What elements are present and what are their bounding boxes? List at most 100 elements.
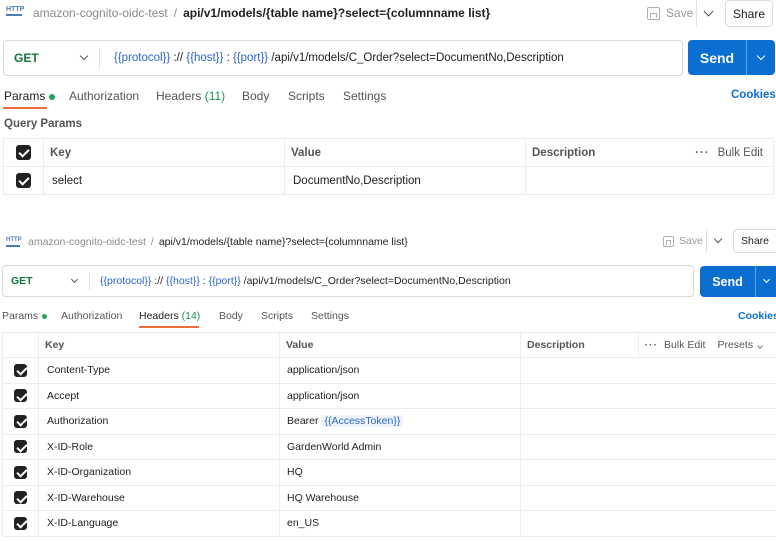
header-description[interactable]	[520, 433, 776, 460]
table-row: X-ID-Language en_US	[2, 510, 776, 537]
url-port-variable[interactable]: {{port}}	[233, 52, 268, 64]
column-header-description: Description	[525, 138, 687, 167]
share-button[interactable]: Share	[725, 0, 773, 27]
chevron-down-icon	[762, 275, 770, 284]
checkbox-checked-icon[interactable]	[14, 491, 27, 505]
checkbox-checked-icon[interactable]	[14, 414, 27, 428]
url-input[interactable]: {{protocol}} :// {{host}} : {{port}} /ap…	[100, 52, 564, 64]
header-description[interactable]	[520, 484, 776, 511]
header-description[interactable]	[520, 382, 776, 409]
row-checkbox-cell[interactable]	[2, 382, 39, 409]
tab-params[interactable]: Params	[4, 89, 56, 103]
save-options-button[interactable]	[696, 0, 720, 27]
header-value[interactable]: en_US	[279, 510, 521, 537]
share-button[interactable]: Share	[733, 229, 776, 253]
tab-authorization[interactable]: Authorization	[61, 310, 122, 322]
send-button[interactable]: Send	[700, 266, 776, 297]
header-key[interactable]: X-ID-Warehouse	[38, 484, 280, 511]
select-all-cell[interactable]	[3, 138, 44, 167]
header-value[interactable]: HQ Warehouse	[279, 484, 521, 511]
method-select[interactable]: GET	[4, 51, 99, 65]
cookies-link[interactable]: Cookies	[731, 89, 776, 101]
checkbox-checked-icon[interactable]	[14, 465, 27, 479]
row-checkbox-cell[interactable]	[3, 166, 44, 195]
checkbox-checked-icon[interactable]	[16, 145, 31, 160]
save-button[interactable]: Save	[663, 234, 703, 248]
tab-headers[interactable]: Headers (14)	[139, 310, 200, 322]
header-value[interactable]: HQ	[279, 459, 521, 486]
header-key[interactable]: Accept	[38, 382, 280, 409]
header-key[interactable]: X-ID-Language	[38, 510, 280, 537]
header-key[interactable]: X-ID-Role	[38, 433, 280, 460]
header-value[interactable]: GardenWorld Admin	[279, 433, 521, 460]
header-description[interactable]	[520, 357, 776, 384]
header-description[interactable]	[520, 459, 776, 486]
header-description[interactable]	[520, 510, 776, 537]
save-options-button[interactable]	[706, 229, 728, 253]
save-button[interactable]: Save	[647, 5, 693, 21]
tab-authorization[interactable]: Authorization	[69, 89, 139, 103]
send-options-button[interactable]	[747, 51, 775, 60]
checkbox-checked-icon[interactable]	[14, 516, 27, 530]
select-all-cell	[2, 332, 39, 358]
param-key[interactable]: select	[43, 166, 285, 195]
url-port-variable[interactable]: {{port}}	[209, 275, 241, 287]
more-dots-icon[interactable]: ···	[645, 339, 659, 351]
tab-body[interactable]: Body	[242, 89, 269, 103]
breadcrumb-collection[interactable]: amazon-cognito-oidc-test	[33, 6, 168, 20]
save-label: Save	[666, 6, 694, 20]
row-checkbox-cell[interactable]	[2, 510, 39, 537]
access-token-variable[interactable]: {{AccessToken}}	[321, 415, 404, 428]
url-input[interactable]: {{protocol}} :// {{host}} : {{port}} /ap…	[90, 275, 511, 287]
tab-body[interactable]: Body	[219, 310, 243, 322]
param-description[interactable]	[525, 166, 774, 195]
send-button[interactable]: Send	[688, 40, 775, 75]
bulk-edit-button[interactable]: Bulk Edit	[664, 339, 705, 351]
header-description[interactable]	[520, 408, 776, 435]
url-bar: GET {{protocol}} :// {{host}} : {{port}}…	[2, 265, 694, 297]
request-name[interactable]: api/v1/models/{table name}?select={colum…	[183, 6, 490, 20]
send-options-button[interactable]	[756, 275, 776, 284]
request-name[interactable]: api/v1/models/{table name}?select={colum…	[159, 236, 408, 248]
more-dots-icon[interactable]: ···	[695, 147, 710, 159]
bulk-edit-button[interactable]: Bulk Edit	[718, 147, 763, 159]
presets-button[interactable]: Presets	[717, 339, 763, 351]
checkbox-checked-icon[interactable]	[16, 173, 31, 188]
checkbox-checked-icon[interactable]	[14, 363, 27, 377]
param-value[interactable]: DocumentNo,Description	[284, 166, 526, 195]
header-key[interactable]: X-ID-Organization	[38, 459, 280, 486]
tab-headers[interactable]: Headers (11)	[156, 89, 225, 103]
header-value[interactable]: application/json	[279, 382, 521, 409]
tab-scripts[interactable]: Scripts	[261, 310, 293, 322]
row-checkbox-cell[interactable]	[2, 459, 39, 486]
method-select[interactable]: GET	[3, 275, 89, 287]
breadcrumb-separator: /	[150, 236, 154, 248]
header-value[interactable]: application/json	[279, 357, 521, 384]
table-row: Authorization Bearer {{AccessToken}}	[2, 408, 776, 435]
url-protocol-variable[interactable]: {{protocol}}	[114, 52, 170, 64]
bulk-edit-cell: ··· Bulk Edit Presets	[638, 332, 776, 358]
tab-settings[interactable]: Settings	[311, 310, 349, 322]
row-checkbox-cell[interactable]	[2, 484, 39, 511]
checkbox-checked-icon[interactable]	[14, 440, 27, 454]
url-separator: :	[223, 52, 233, 64]
header-key[interactable]: Content-Type	[38, 357, 280, 384]
url-separator: ://	[151, 275, 166, 287]
breadcrumb-collection[interactable]: amazon-cognito-oidc-test	[28, 236, 146, 248]
url-protocol-variable[interactable]: {{protocol}}	[100, 275, 151, 287]
checkbox-checked-icon[interactable]	[14, 389, 27, 403]
bulk-edit-cell: ··· Bulk Edit	[686, 138, 774, 167]
method-label: GET	[14, 51, 39, 65]
tab-scripts[interactable]: Scripts	[288, 89, 325, 103]
header-key[interactable]: Authorization	[38, 408, 280, 435]
url-host-variable[interactable]: {{host}}	[186, 52, 223, 64]
header-value[interactable]: Bearer {{AccessToken}}	[279, 408, 521, 435]
send-label: Send	[712, 274, 743, 289]
row-checkbox-cell[interactable]	[2, 357, 39, 384]
cookies-link[interactable]: Cookies	[738, 310, 776, 322]
row-checkbox-cell[interactable]	[2, 433, 39, 460]
row-checkbox-cell[interactable]	[2, 408, 39, 435]
tab-settings[interactable]: Settings	[343, 89, 386, 103]
tab-params[interactable]: Params	[2, 310, 48, 322]
url-host-variable[interactable]: {{host}}	[166, 275, 200, 287]
